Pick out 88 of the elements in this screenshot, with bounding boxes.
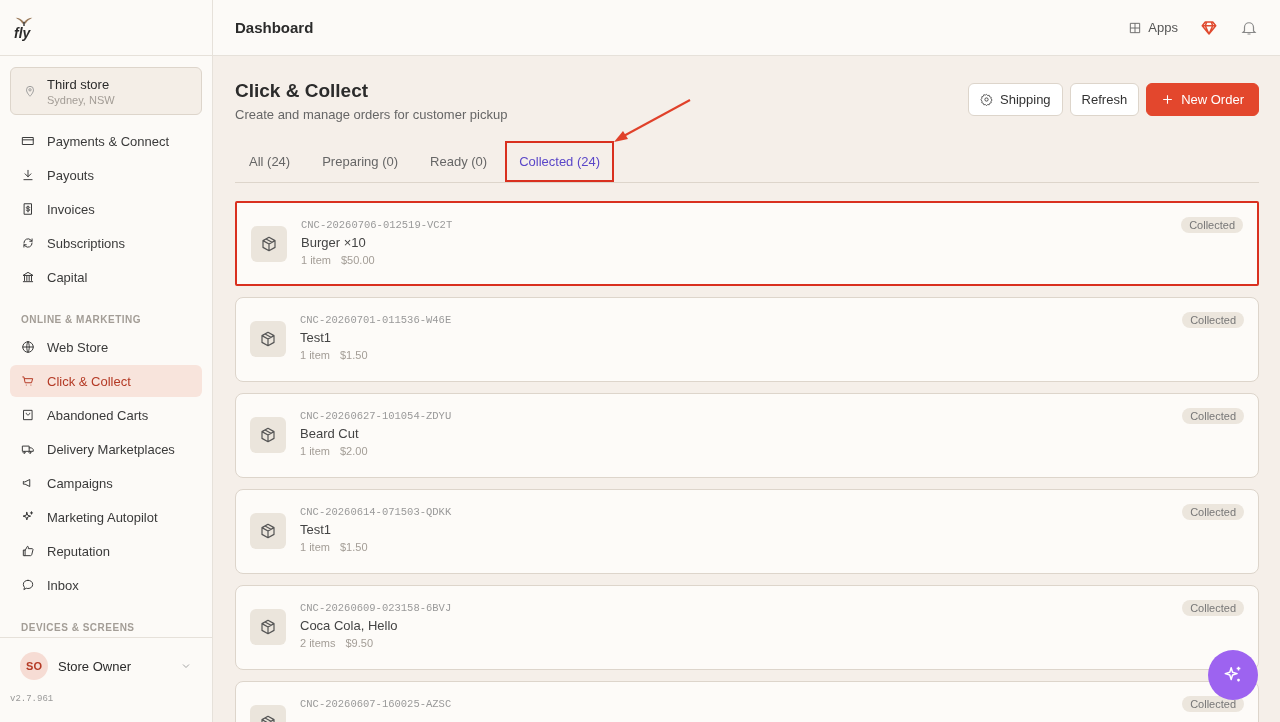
item-count: 1 item	[300, 541, 330, 553]
version-label: v2.7.961	[10, 694, 55, 704]
apps-link[interactable]: Apps	[1128, 20, 1178, 35]
nav-icon	[21, 408, 35, 422]
order-name: Test1	[300, 522, 332, 537]
sidebar-item[interactable]: Abandoned Carts	[10, 399, 202, 431]
order-total: $50.00	[340, 254, 375, 266]
order-id: CNC-20260614-071503-QDKK	[300, 506, 452, 518]
store-name: Third store	[47, 76, 111, 92]
page-title: Click & Collect	[235, 80, 370, 102]
sidebar-item[interactable]: Payments & Connect	[10, 125, 202, 157]
order-total: $1.50	[339, 349, 368, 361]
sidebar-item[interactable]: Subscriptions	[10, 227, 202, 259]
filter-tab[interactable]: Preparing (0)	[308, 142, 413, 182]
nav-icon	[21, 442, 35, 456]
order-card[interactable]: CNC-20260609-023158-6BVJ Coca Cola, Hello 2 items $9.50 Collected	[235, 585, 1259, 670]
sidebar-item[interactable]: Invoices	[10, 193, 202, 225]
page-header-title: Dashboard	[235, 19, 314, 36]
nav-icon	[21, 236, 35, 250]
user-menu[interactable]: SO Store Owner	[10, 652, 202, 680]
package-icon	[250, 321, 286, 357]
filter-tab[interactable]: Collected (24)	[505, 142, 615, 182]
sidebar-item[interactable]: Click & Collect	[10, 365, 202, 397]
item-count: 2 items	[300, 637, 336, 649]
page-subtitle: Create and manage orders for customer pickup	[235, 107, 508, 122]
sidebar-item[interactable]: Delivery Marketplaces	[10, 433, 202, 465]
logo-text: fly	[14, 25, 31, 40]
filter-tab[interactable]: All (24)	[235, 142, 305, 182]
status-badge: Collected	[1182, 504, 1244, 520]
nav-icon	[21, 544, 35, 558]
package-icon	[251, 226, 287, 262]
filter-tab[interactable]: Ready (0)	[416, 142, 502, 182]
sidebar-item[interactable]: Payouts	[10, 159, 202, 191]
section-heading: ONLINE & MARKETING	[20, 313, 143, 327]
order-id: CNC-20260627-101054-ZDYU	[300, 410, 452, 422]
nav-icon	[21, 270, 35, 284]
order-id: CNC-20260706-012519-VC2T	[301, 219, 453, 231]
order-card[interactable]: CNC-20260627-101054-ZDYU Beard Cut 1 item $2.00 Collected	[235, 393, 1259, 478]
new-order-button[interactable]: New Order	[1146, 83, 1259, 116]
order-total: $1.50	[339, 541, 368, 553]
shipping-button[interactable]: Shipping	[968, 83, 1063, 116]
package-icon	[250, 609, 286, 645]
sidebar-item[interactable]: Marketing Autopilot	[10, 501, 202, 533]
order-name: Burger ×10	[301, 235, 366, 250]
item-count: 1 item	[300, 445, 330, 457]
item-count: 1 item	[300, 349, 330, 361]
status-badge: Collected	[1182, 408, 1244, 424]
status-badge: Collected	[1182, 312, 1244, 328]
order-id: CNC-20260701-011536-W46E	[300, 314, 452, 326]
status-badge: Collected	[1181, 217, 1243, 233]
nav-icon	[21, 202, 35, 216]
order-card[interactable]: CNC-20260701-011536-W46E Test1 1 item $1.50 Collected	[235, 297, 1259, 382]
nav-icon	[21, 374, 35, 388]
nav-icon	[21, 168, 35, 182]
package-icon	[250, 417, 286, 453]
order-name: Test1	[300, 330, 332, 345]
location-pin-icon	[23, 84, 37, 98]
section-heading: DEVICES & SCREENS	[20, 621, 136, 635]
item-count: 1 item	[301, 254, 331, 266]
nav-icon	[21, 134, 35, 148]
sidebar-item[interactable]: Inbox	[10, 569, 202, 601]
order-card[interactable]: CNC-20260706-012519-VC2T Burger ×10 1 item $50.00 Collected	[235, 201, 1259, 286]
status-badge: Collected	[1182, 600, 1244, 616]
logo-bird-icon	[14, 15, 34, 26]
store-selector[interactable]: Third store Sydney, NSW	[10, 67, 202, 115]
package-icon	[250, 513, 286, 549]
order-total: $2.00	[339, 445, 368, 457]
nav-icon	[21, 340, 35, 354]
order-total: $9.50	[345, 637, 373, 649]
sidebar-item[interactable]: Web Store	[10, 331, 202, 363]
sidebar-item[interactable]: Capital	[10, 261, 202, 293]
status-badge: Collected	[1182, 696, 1244, 712]
diamond-icon[interactable]	[1200, 18, 1218, 37]
nav-icon	[21, 578, 35, 592]
refresh-button[interactable]: Refresh	[1069, 83, 1140, 116]
order-id: CNC-20260607-160025-AZSC	[300, 698, 452, 710]
sidebar-item[interactable]: Reputation	[10, 535, 202, 567]
plus-icon	[1161, 93, 1175, 106]
settings-icon	[980, 93, 993, 106]
order-id: CNC-20260609-023158-6BVJ	[300, 602, 452, 614]
order-card[interactable]: CNC-20260614-071503-QDKK Test1 1 item $1.50 Collected	[235, 489, 1259, 574]
user-avatar: SO	[20, 652, 48, 680]
order-name: Coca Cola, Hello	[300, 618, 398, 633]
sidebar-item[interactable]: Campaigns	[10, 467, 202, 499]
store-location: Sydney, NSW	[47, 93, 115, 106]
order-card[interactable]: CNC-20260607-160025-AZSC Collected	[235, 681, 1259, 722]
grid-icon	[1128, 20, 1143, 35]
order-name: Beard Cut	[300, 426, 359, 441]
